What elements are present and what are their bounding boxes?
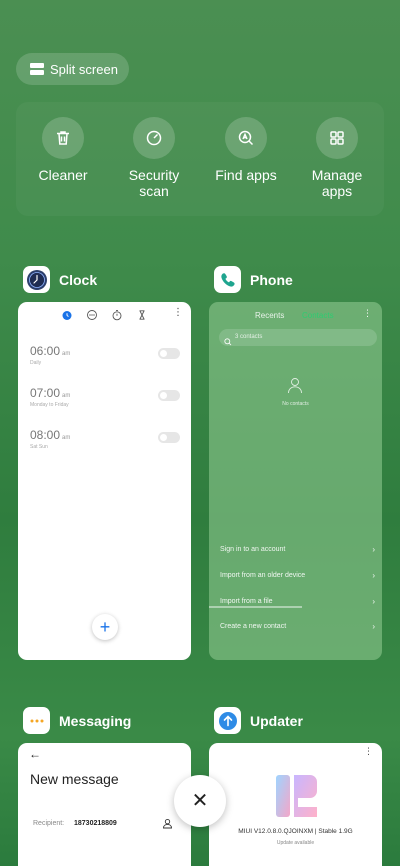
tab-contacts[interactable]: Contacts — [302, 311, 334, 320]
alarm-repeat: Daily — [30, 360, 42, 366]
tab-recents[interactable]: Recents — [255, 311, 284, 320]
update-status-text: Update available — [276, 840, 315, 846]
miui-logo — [272, 773, 320, 824]
messaging-app-name: Messaging — [59, 712, 132, 729]
phone-app-name: Phone — [250, 271, 293, 288]
recipient-field[interactable]: 18730218809 — [74, 820, 117, 827]
updater-app-name: Updater — [250, 712, 303, 729]
find-apps-button[interactable]: Find apps — [200, 117, 292, 183]
alarm-repeat: Sat Sun — [30, 444, 48, 450]
import-file-row[interactable]: Import from a file › — [220, 597, 375, 606]
version-text: MIUI V12.0.8.0.QJOINXM | Stable 1.9G — [238, 828, 353, 835]
alarm-time: 07:00 — [30, 386, 61, 400]
phone-more-icon[interactable]: ⋮ — [363, 308, 372, 319]
alarm-item[interactable]: 07:00 am Monday to Friday — [30, 386, 180, 414]
trash-icon — [42, 117, 84, 159]
close-all-button[interactable]: ✕ — [174, 775, 226, 827]
messaging-app-icon — [23, 707, 50, 734]
create-contact-row[interactable]: Create a new contact › — [220, 622, 375, 631]
security-scan-label: Security scan — [128, 167, 180, 199]
alarm-time: 08:00 — [30, 428, 61, 442]
alarm-repeat: Monday to Friday — [30, 402, 69, 408]
cleaner-label: Cleaner — [38, 167, 88, 183]
updater-app-icon — [214, 707, 241, 734]
messaging-app-card[interactable]: ← New message Recipient: 18730218809 — [18, 743, 191, 866]
recipient-label: Recipient: — [33, 820, 65, 827]
find-apps-icon — [225, 117, 267, 159]
import-older-device-row[interactable]: Import from an older device › — [220, 571, 375, 580]
row-label: Create a new contact — [220, 623, 287, 630]
search-icon — [224, 333, 232, 351]
sign-in-account-row[interactable]: Sign in to an account › — [220, 545, 375, 554]
chevron-right-icon: › — [372, 571, 375, 580]
alarm-ampm: am — [62, 393, 71, 399]
security-scan-button[interactable]: Security scan — [108, 117, 200, 199]
new-message-title: New message — [30, 771, 119, 787]
clock-app-card[interactable]: ⋮ 06:00 am Daily 07:00 am Monday to Friday… — [18, 302, 191, 660]
find-apps-label: Find apps — [215, 167, 277, 183]
row-label: Sign in to an account — [220, 546, 286, 553]
updater-app-card[interactable]: ⋮ MIUI V12.0.8.0.QJOINXM | Stable 1.9G U… — [209, 743, 382, 866]
phone-app-card[interactable]: Recents Contacts ⋮ 3 contacts No contact… — [209, 302, 382, 660]
cleaner-button[interactable]: Cleaner — [17, 117, 109, 183]
contact-picker-icon[interactable] — [162, 816, 173, 834]
clock-tabs: ⋮ — [18, 307, 191, 326]
world-clock-icon[interactable] — [86, 308, 98, 326]
phone-app-label[interactable]: Phone — [214, 266, 293, 293]
row-label: Import from a file — [220, 598, 273, 605]
timer-icon[interactable] — [136, 308, 148, 326]
alarm-item[interactable]: 08:00 am Sat Sun — [30, 428, 180, 456]
search-placeholder: 3 contacts — [235, 334, 263, 340]
alarm-toggle[interactable] — [158, 390, 180, 401]
close-icon: ✕ — [191, 790, 209, 812]
row-label: Import from an older device — [220, 572, 306, 579]
clock-app-label[interactable]: Clock — [23, 266, 97, 293]
back-arrow-icon[interactable]: ← — [29, 747, 41, 761]
updater-more-icon[interactable]: ⋮ — [364, 746, 373, 757]
alarm-time: 06:00 — [30, 344, 61, 358]
manage-apps-button[interactable]: Manage apps — [291, 117, 383, 199]
chevron-right-icon: › — [372, 545, 375, 554]
split-screen-label: Split screen — [50, 61, 118, 77]
person-icon — [286, 376, 304, 399]
alarm-toggle[interactable] — [158, 432, 180, 443]
updater-app-label[interactable]: Updater — [214, 707, 303, 734]
progress-bar — [209, 606, 302, 608]
add-alarm-button[interactable]: + — [92, 614, 118, 640]
chevron-right-icon: › — [372, 597, 375, 606]
split-screen-icon — [30, 63, 44, 75]
clock-app-icon — [23, 266, 50, 293]
stopwatch-icon[interactable] — [111, 308, 123, 326]
split-screen-button[interactable]: Split screen — [16, 53, 129, 85]
clock-more-icon[interactable]: ⋮ — [173, 307, 183, 318]
manage-apps-label: Manage apps — [311, 167, 363, 199]
security-icon — [133, 117, 175, 159]
alarm-ampm: am — [62, 435, 71, 441]
empty-contacts-text: No contacts — [282, 401, 309, 407]
grid-icon — [316, 117, 358, 159]
phone-app-icon — [214, 266, 241, 293]
chevron-right-icon: › — [372, 622, 375, 631]
alarm-ampm: am — [62, 351, 71, 357]
alarm-toggle[interactable] — [158, 348, 180, 359]
messaging-app-label[interactable]: Messaging — [23, 707, 131, 734]
contacts-search-input[interactable]: 3 contacts — [219, 329, 377, 346]
alarm-icon[interactable] — [61, 308, 73, 326]
clock-app-name: Clock — [59, 271, 98, 288]
alarm-item[interactable]: 06:00 am Daily — [30, 344, 180, 372]
